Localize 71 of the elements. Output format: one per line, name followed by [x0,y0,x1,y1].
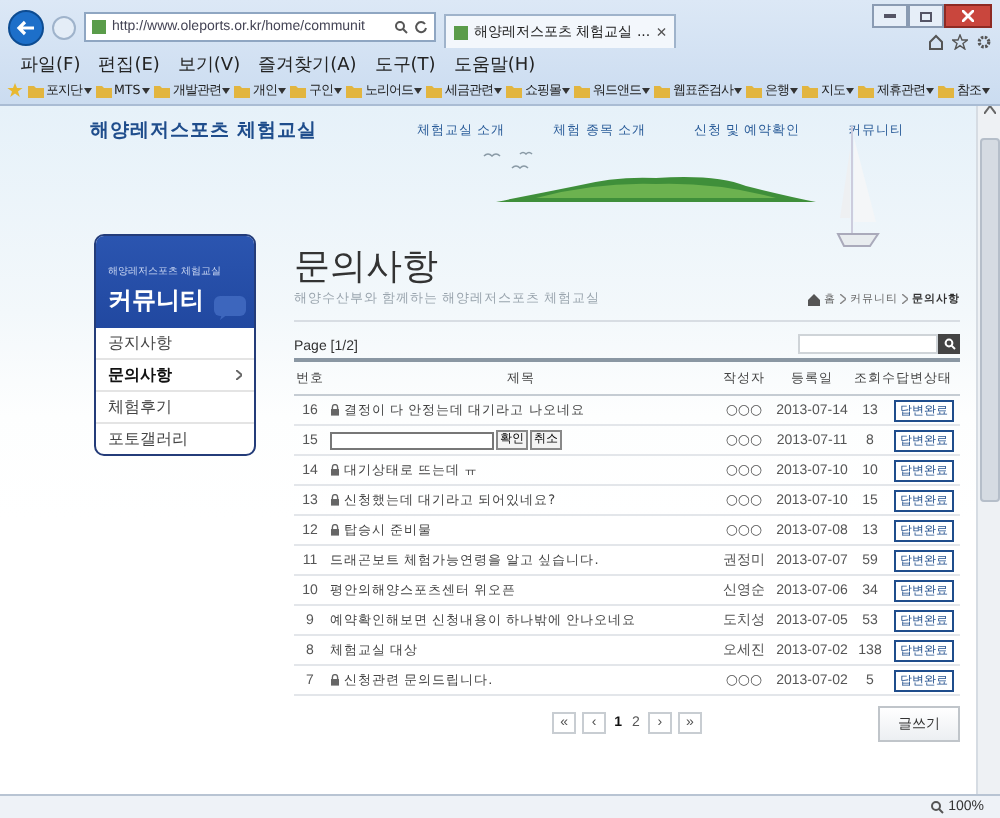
sidebar-title: 커뮤니티 [108,284,204,318]
scrollbar-thumb[interactable] [979,138,999,502]
folder-icon [346,83,363,97]
sidebar-item[interactable]: 체험후기 [96,392,254,424]
settings-icon[interactable] [976,34,992,50]
dropdown-icon[interactable] [562,87,571,93]
back-arrow-icon [16,19,36,35]
folder-icon [506,83,523,97]
close-icon [962,10,974,22]
dropdown-icon[interactable] [142,87,151,93]
dropdown-icon[interactable] [414,87,423,93]
dropdown-icon[interactable] [734,87,743,93]
dropdown-icon[interactable] [222,87,231,93]
minimize-icon [884,14,896,18]
folder-icon [96,83,112,97]
sidebar-item[interactable]: 공지사항 [96,328,254,360]
star-icon[interactable] [952,34,968,50]
folder-icon [426,83,443,97]
menu-item[interactable]: 편집(E) [98,51,160,77]
dropdown-icon[interactable] [790,87,799,93]
close-tab-button[interactable]: × [656,22,667,42]
menu-item[interactable]: 도움말(H) [453,51,536,77]
favorites-star-icon[interactable] [6,82,24,98]
chevron-icon [902,294,908,304]
chevron-icon [840,294,846,304]
folder-icon [154,83,171,97]
maximize-button[interactable] [908,4,944,28]
chevron-icon [236,370,242,380]
page-icon [454,25,468,39]
page-icon [92,20,106,34]
page-heading: 문의사항 [294,244,438,290]
search-field[interactable] [798,334,938,354]
menu-item[interactable]: 파일(F) [20,51,81,77]
dropdown-icon[interactable] [278,87,287,93]
dropdown-icon[interactable] [494,87,503,93]
minimize-button[interactable] [872,4,908,28]
search-button[interactable] [938,334,960,354]
scroll-up-icon[interactable] [983,106,995,114]
home-icon[interactable] [928,34,944,50]
folder-icon [858,83,875,97]
search-icon [943,338,955,350]
search-icon[interactable] [394,20,408,34]
dropdown-icon[interactable] [982,87,991,93]
refresh-icon[interactable] [414,20,428,34]
back-button[interactable] [8,9,44,45]
dropdown-icon[interactable] [334,87,343,93]
zoom-icon[interactable] [930,800,945,814]
sidebar-item[interactable]: 포토갤러리 [96,424,254,454]
menu-item[interactable]: 즐겨찾기(A) [258,51,357,77]
scrollbar[interactable] [976,106,1000,794]
folder-icon [746,83,763,97]
dropdown-icon[interactable] [926,87,935,93]
speech-bubble-icon [214,296,246,320]
site-title[interactable]: 해양레저스포츠 체험교실 [90,117,317,143]
folder-icon [290,83,307,97]
folder-icon [574,83,591,97]
home-icon [808,293,820,305]
folder-icon [28,83,44,97]
sidebar-item[interactable]: 문의사항 [96,360,254,392]
close-button[interactable] [944,4,992,28]
dropdown-icon[interactable] [846,87,855,93]
folder-icon [802,83,819,97]
dropdown-icon[interactable] [642,87,651,93]
menu-item[interactable]: 도구(T) [374,51,436,77]
folder-icon [938,83,955,97]
title-input-field[interactable] [330,431,494,449]
dropdown-icon[interactable] [84,87,92,93]
folder-icon [234,83,251,97]
maximize-icon [920,11,932,21]
folder-icon [654,83,671,97]
menu-item[interactable]: 보기(V) [177,51,241,77]
